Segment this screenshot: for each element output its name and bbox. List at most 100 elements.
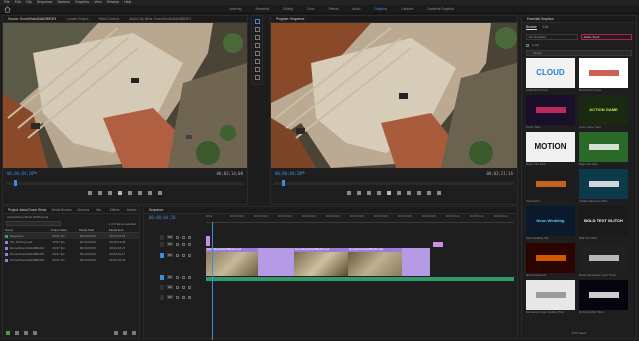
- template-tile[interactable]: Neon Wedding: [526, 206, 575, 236]
- template-tile[interactable]: [579, 132, 628, 162]
- eg-title[interactable]: Essential Graphics: [522, 16, 559, 22]
- clip-v2-start[interactable]: [206, 236, 210, 246]
- workspace-tab-assembly[interactable]: Assembly: [248, 5, 276, 14]
- track-target-toggle[interactable]: [160, 234, 164, 240]
- template-tile[interactable]: [526, 243, 575, 273]
- insert-icon[interactable]: [138, 191, 142, 195]
- eye-icon[interactable]: [187, 285, 191, 289]
- template-tile[interactable]: [579, 243, 628, 273]
- export-frame-icon[interactable]: [437, 191, 441, 195]
- pen-tool-icon[interactable]: [254, 59, 260, 64]
- clip-v1-aerial-3[interactable]: DroneShotsN3aN3BE4F6.mp4: [348, 248, 402, 276]
- workspace-tab-essential-graphics[interactable]: Essential Graphics: [420, 5, 461, 14]
- eg-my-templates-button[interactable]: My Templates: [526, 34, 578, 40]
- project-tab[interactable]: Info: [91, 207, 105, 213]
- project-row[interactable]: DroneShotsN3aN3BE4F6 29.97 fps 00;00;00;00…: [3, 257, 139, 263]
- lock-icon[interactable]: [175, 235, 179, 239]
- workspace-tab-graphics[interactable]: Graphics: [367, 5, 394, 14]
- play-icon[interactable]: [118, 191, 122, 195]
- go-to-in-icon[interactable]: [367, 191, 371, 195]
- template-tile[interactable]: [579, 280, 628, 310]
- sync-icon[interactable]: [181, 275, 185, 279]
- play-icon[interactable]: [387, 191, 391, 195]
- home-icon[interactable]: [4, 6, 11, 13]
- trash-icon[interactable]: [132, 331, 136, 335]
- lock-icon[interactable]: [175, 253, 179, 257]
- sync-icon[interactable]: [181, 295, 185, 299]
- project-search-input[interactable]: [6, 221, 61, 226]
- eg-search-input[interactable]: Search: [526, 50, 632, 56]
- workspace-tab-libraries[interactable]: Libraries: [394, 5, 420, 14]
- workspace-tab-effects[interactable]: Effects: [322, 5, 346, 14]
- mark-in-icon[interactable]: [88, 191, 92, 195]
- eye-icon[interactable]: [187, 275, 191, 279]
- clip-v3-marker[interactable]: [433, 242, 443, 247]
- program-playhead[interactable]: [282, 180, 285, 186]
- workspace-tab-audio[interactable]: Audio: [345, 5, 367, 14]
- lock-icon[interactable]: [175, 295, 179, 299]
- timeline-playhead[interactable]: [212, 222, 213, 340]
- list-view-icon[interactable]: [15, 331, 19, 335]
- lock-icon[interactable]: [175, 285, 179, 289]
- template-tile[interactable]: [526, 95, 575, 125]
- project-tab[interactable]: Project: Aerial Drone Shots 2018: [3, 207, 47, 213]
- source-timecode[interactable]: 00;00;04;20: [7, 171, 34, 176]
- project-tab[interactable]: Libraries: [72, 207, 91, 213]
- ripple-edit-tool-icon[interactable]: [254, 35, 260, 40]
- project-tab[interactable]: Media Browser: [47, 207, 72, 213]
- source-tab[interactable]: Effect Controls: [94, 16, 125, 22]
- step-back-icon[interactable]: [108, 191, 112, 195]
- razor-tool-icon[interactable]: [254, 43, 260, 48]
- step-forward-icon[interactable]: [397, 191, 401, 195]
- eye-icon[interactable]: [187, 242, 191, 246]
- program-fit-select[interactable]: Fit: [301, 171, 305, 175]
- track-target-toggle[interactable]: [160, 252, 164, 258]
- workspace-tab-editing[interactable]: Editing: [276, 5, 300, 14]
- lift-icon[interactable]: [417, 191, 421, 195]
- clip-v1-purple-1[interactable]: [258, 248, 294, 276]
- local-checkbox[interactable]: [526, 43, 529, 47]
- eye-icon[interactable]: [187, 253, 191, 257]
- clip-v1-aerial-1[interactable]: DroneShotsN3aN3BE4F4.mp4: [206, 248, 258, 276]
- column-header[interactable]: Frame Rate: [49, 227, 77, 232]
- step-back-icon[interactable]: [377, 191, 381, 195]
- template-tile[interactable]: BOLD TEXT GLITCH: [579, 206, 628, 236]
- mark-out-icon[interactable]: [357, 191, 361, 195]
- program-scrub-bar[interactable]: [274, 180, 514, 186]
- template-tile[interactable]: [579, 58, 628, 88]
- template-tile[interactable]: [579, 169, 628, 199]
- template-tile[interactable]: ACTION GAME: [579, 95, 628, 125]
- column-header[interactable]: Media End: [107, 227, 137, 232]
- source-tab[interactable]: Audio Clip Mixer: DroneShotsN3aN3BE4F4: [124, 16, 195, 22]
- sync-icon[interactable]: [181, 242, 185, 246]
- sync-icon[interactable]: [181, 235, 185, 239]
- lock-icon[interactable]: [175, 275, 179, 279]
- track-target-toggle[interactable]: [160, 241, 164, 247]
- program-tab[interactable]: Program: Sequence: [271, 16, 309, 22]
- type-tool-icon[interactable]: [254, 75, 260, 80]
- lock-icon[interactable]: [175, 242, 179, 246]
- mark-out-icon[interactable]: [98, 191, 102, 195]
- track-select-tool-icon[interactable]: [254, 27, 260, 32]
- column-header[interactable]: Media Start: [77, 227, 107, 232]
- source-scrub-bar[interactable]: [6, 180, 244, 186]
- hand-tool-icon[interactable]: [254, 67, 260, 72]
- project-tab[interactable]: Effects: [105, 207, 122, 213]
- sync-icon[interactable]: [181, 253, 185, 257]
- eye-icon[interactable]: [187, 295, 191, 299]
- source-tab[interactable]: Lumetri Scopes: [61, 16, 93, 22]
- eg-tab-browse[interactable]: Browse: [526, 25, 537, 30]
- template-tile[interactable]: [526, 280, 575, 310]
- eg-adobe-stock-button[interactable]: Adobe Stock: [580, 34, 632, 40]
- selection-tool-icon[interactable]: [254, 19, 260, 24]
- timeline-ruler[interactable]: 00;00 00;00;32;00 00;01;04;02 00;01;36;02 00…: [206, 215, 514, 221]
- icon-view-icon[interactable]: [24, 331, 28, 335]
- step-forward-icon[interactable]: [128, 191, 132, 195]
- new-item-icon[interactable]: [123, 331, 127, 335]
- extract-icon[interactable]: [427, 191, 431, 195]
- template-tile[interactable]: CLOUD: [526, 58, 575, 88]
- clip-a1-audio[interactable]: [206, 277, 514, 281]
- track-target-toggle[interactable]: [160, 274, 164, 280]
- workspace-tab-learning[interactable]: Learning: [222, 5, 248, 14]
- eg-tab-edit[interactable]: Edit: [543, 25, 549, 30]
